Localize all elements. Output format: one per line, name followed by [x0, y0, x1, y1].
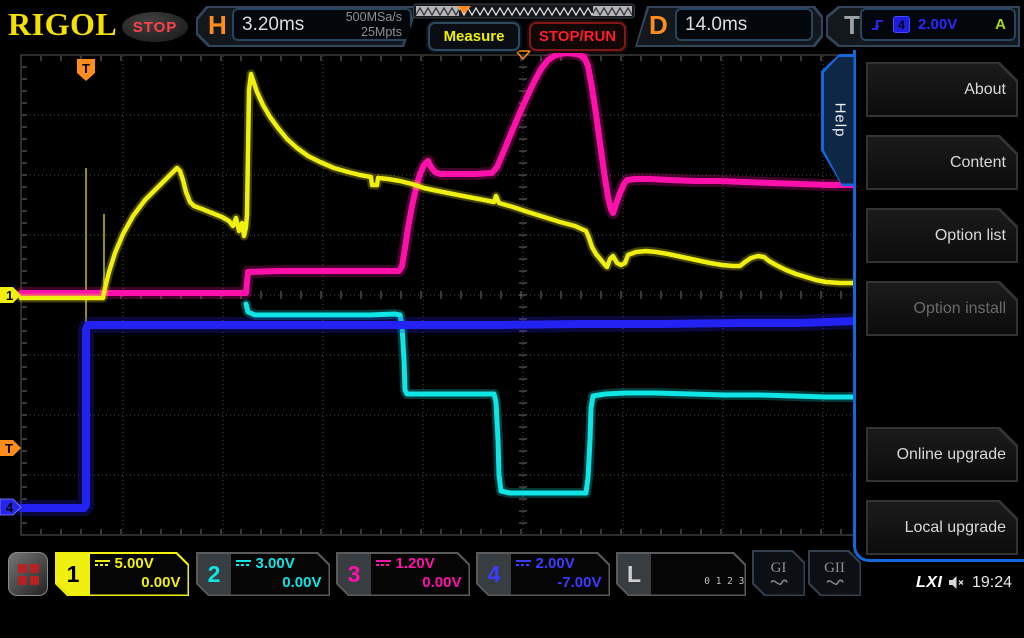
menu-button-about[interactable]: About: [866, 62, 1018, 117]
delay-label: D: [649, 10, 668, 41]
channel-4-number: 4: [478, 554, 511, 595]
channel-2-badge[interactable]: 2 3.00V 0.00V: [196, 552, 330, 596]
channel-4-scale: 2.00V: [536, 555, 575, 574]
channel-4-badge[interactable]: 4 2.00V -7.00V: [476, 552, 610, 596]
clock: 19:24: [972, 574, 1012, 592]
channel-3-badge[interactable]: 3 1.20V 0.00V: [336, 552, 470, 596]
online-upgrade-label: Online upgrade: [897, 427, 1006, 482]
ch4-ground-label: 4: [6, 500, 14, 515]
rigol-logo: RIGOL: [8, 6, 117, 43]
help-menu-panel: About Content Option list Option install…: [853, 48, 1024, 562]
trigger-level-label: T: [5, 441, 13, 456]
content-label: Content: [950, 135, 1006, 190]
timebase-box: 3.20ms 500MSa/s 25Mpts: [232, 8, 412, 41]
channel-1-offset: 0.00V: [95, 574, 181, 593]
channel-1-badge[interactable]: 1 5.00V 0.00V: [55, 552, 189, 596]
ch1-ground-label: 1: [6, 288, 13, 303]
trigger-level-value: 2.00V: [918, 16, 957, 33]
top-status-bar: RIGOL STOP H 3.20ms 500MSa/s 25Mpts Meas…: [0, 0, 1024, 50]
sine-wave-icon: [770, 578, 788, 587]
generator-1-label: GI: [771, 560, 787, 577]
memory-depth: 25Mpts: [361, 25, 402, 39]
trigger-position-label: T: [82, 61, 90, 76]
generator-2-button[interactable]: GII: [808, 550, 861, 596]
sample-rate: 500MSa/s: [346, 10, 402, 24]
measure-button[interactable]: Measure: [428, 22, 520, 51]
trigger-box: 4 2.00V A: [860, 8, 1016, 41]
help-tab-label: Help: [831, 103, 848, 138]
trigger-label: T: [844, 10, 860, 41]
option-install-label: Option install: [914, 281, 1007, 336]
channel-2-scale: 3.00V: [256, 555, 295, 574]
channel-2-offset: 0.00V: [236, 574, 322, 593]
horizontal-panel[interactable]: H 3.20ms 500MSa/s 25Mpts: [196, 6, 422, 47]
trigger-mode: A: [995, 16, 1006, 33]
timebase-value: 3.20ms: [242, 14, 304, 36]
local-upgrade-label: Local upgrade: [905, 500, 1006, 555]
dc-coupling-icon: [236, 560, 251, 569]
channel-1-number: 1: [57, 554, 90, 595]
run-state-badge: STOP: [122, 12, 188, 42]
option-list-label: Option list: [935, 208, 1006, 263]
generator-2-label: GII: [824, 560, 845, 577]
menu-button-content[interactable]: Content: [866, 135, 1018, 190]
menu-button-online-upgrade[interactable]: Online upgrade: [866, 427, 1018, 482]
delay-box: 14.0ms: [675, 8, 813, 41]
menu-button-option-list[interactable]: Option list: [866, 208, 1018, 263]
logic-label: L: [618, 554, 651, 595]
dc-coupling-icon: [376, 560, 391, 569]
delay-value: 14.0ms: [685, 14, 747, 36]
horizontal-label: H: [208, 10, 227, 41]
lxi-status: LXI: [916, 574, 942, 592]
memory-position-bar[interactable]: [413, 3, 635, 19]
channel-4-offset: -7.00V: [516, 574, 602, 593]
edge-trigger-icon: [870, 17, 885, 33]
menu-button-option-install: Option install: [866, 281, 1018, 336]
trigger-level-marker[interactable]: T: [0, 440, 21, 456]
menu-button-local-upgrade[interactable]: Local upgrade: [866, 500, 1018, 555]
menu-grid-icon: [18, 564, 39, 585]
logic-row-2: 8 9 1011 12131415: [704, 608, 801, 619]
about-label: About: [964, 62, 1006, 117]
generator-1-button[interactable]: GI: [752, 550, 805, 596]
dc-coupling-icon: [516, 560, 531, 569]
channel-3-offset: 0.00V: [376, 574, 462, 593]
trigger-source-badge: 4: [893, 16, 910, 33]
channel-1-scale: 5.00V: [115, 555, 154, 574]
channel-3-number: 3: [338, 554, 371, 595]
delay-panel[interactable]: D 14.0ms: [631, 6, 823, 47]
sine-wave-icon: [826, 578, 844, 587]
trigger-position-marker[interactable]: T: [77, 59, 95, 81]
stop-run-button[interactable]: STOP/RUN: [529, 22, 626, 51]
dc-coupling-icon: [95, 560, 110, 569]
trigger-panel[interactable]: T 4 2.00V A: [826, 6, 1020, 47]
logic-channels-badge[interactable]: L 0 1 2 3 4 5 6 7 8 9 1011 12131415: [616, 552, 746, 596]
main-menu-button[interactable]: [8, 552, 48, 596]
channel-3-scale: 1.20V: [396, 555, 435, 574]
waveforms: [21, 53, 855, 508]
speaker-muted-icon[interactable]: [948, 575, 966, 590]
channel-2-number: 2: [198, 554, 231, 595]
acquisition-info: 500MSa/s 25Mpts: [346, 10, 402, 39]
